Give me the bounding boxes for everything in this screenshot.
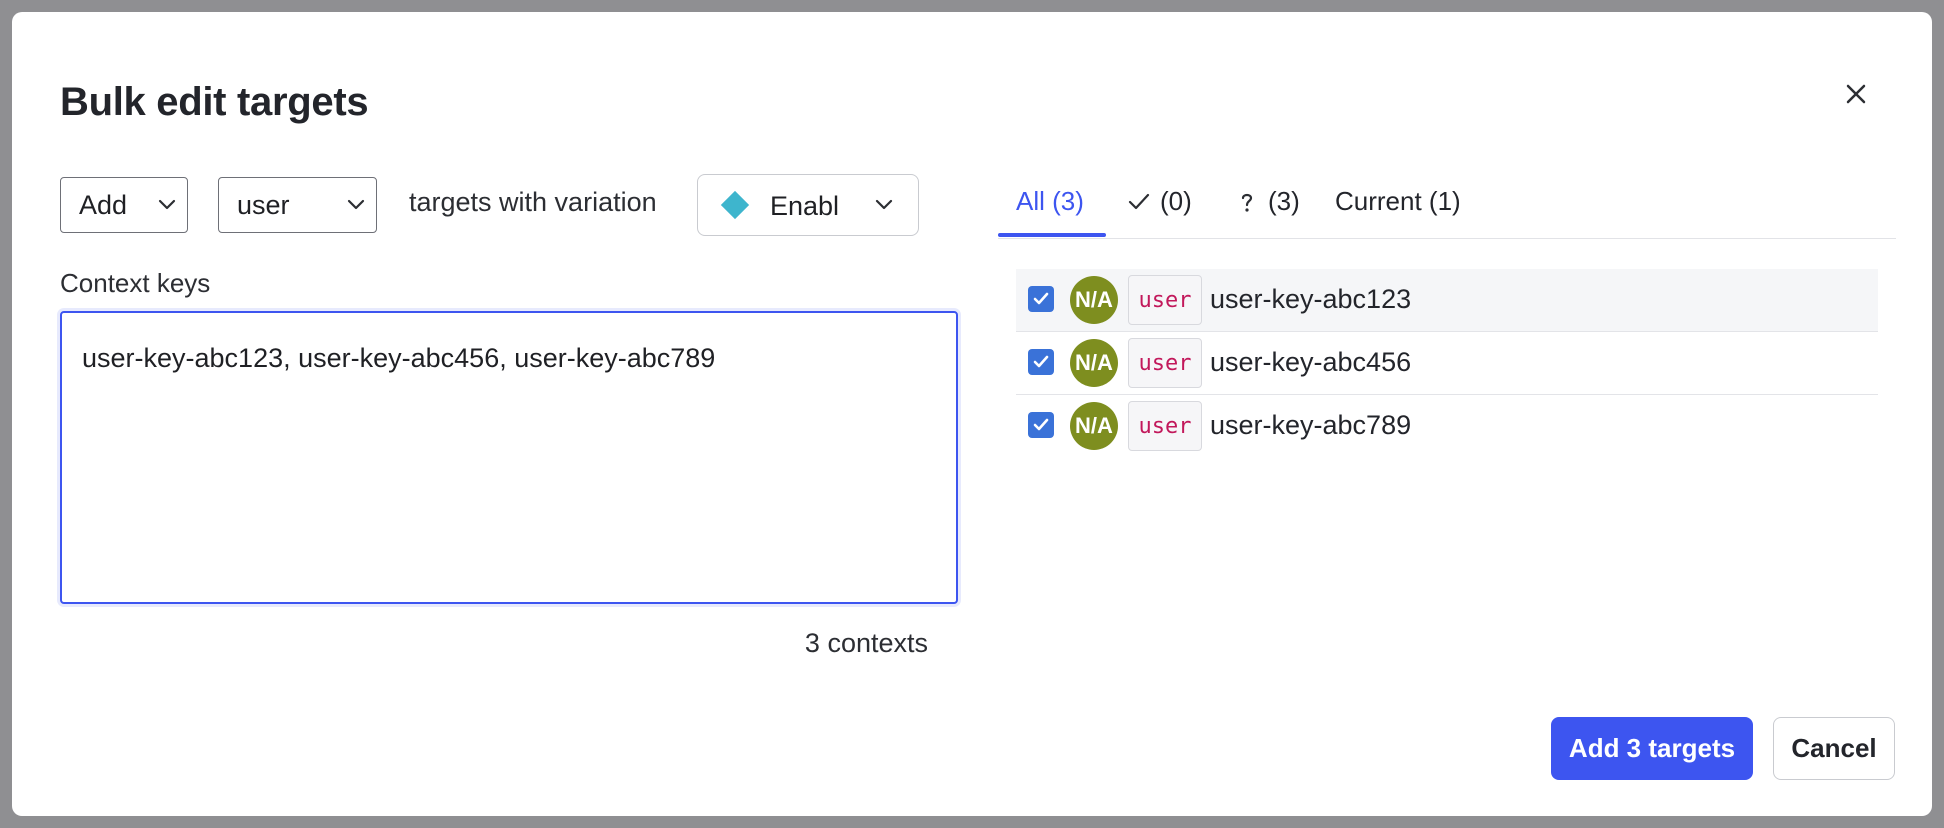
tab-current[interactable]: Current (1) — [1335, 186, 1461, 217]
target-list: N/A user user-key-abc123 N/A user user-k… — [1016, 269, 1878, 457]
context-key: user-key-abc123 — [1210, 284, 1412, 314]
target-checkbox[interactable] — [1028, 286, 1054, 312]
target-row: N/A user user-key-abc123 — [1016, 269, 1878, 332]
avatar: N/A — [1070, 276, 1118, 324]
check-icon — [1128, 193, 1150, 209]
dialog-title: Bulk edit targets — [60, 80, 369, 124]
active-tab-indicator — [998, 233, 1106, 237]
context-count: 3 contexts — [804, 628, 928, 658]
variation-select-value: Enabl — [770, 191, 840, 221]
variation-select[interactable]: Enabl — [697, 174, 919, 236]
context-kind-tag: user — [1128, 275, 1202, 325]
action-select-value: Add — [79, 189, 128, 220]
context-keys-label: Context keys — [60, 268, 211, 298]
check-icon — [1033, 355, 1049, 368]
tab-all[interactable]: All (3) — [1016, 186, 1084, 217]
context-kind-tag: user — [1128, 338, 1202, 388]
action-select[interactable]: Add — [60, 177, 188, 233]
target-row: N/A user user-key-abc456 — [1016, 332, 1878, 395]
tab-unknown-label: (3) — [1268, 186, 1300, 216]
tab-current-label: Current (1) — [1335, 186, 1461, 216]
question-icon — [1241, 193, 1253, 212]
tab-included-label: (0) — [1160, 186, 1192, 216]
target-row: N/A user user-key-abc789 — [1016, 395, 1878, 457]
context-key: user-key-abc789 — [1210, 410, 1412, 440]
context-kind-tag: user — [1128, 401, 1202, 451]
chevron-down-icon — [347, 199, 365, 210]
chevron-down-icon — [875, 199, 893, 210]
check-icon — [1033, 418, 1049, 431]
check-icon — [1033, 292, 1049, 305]
tab-unknown[interactable]: (3) — [1234, 186, 1300, 217]
context-keys-textarea[interactable] — [60, 311, 958, 604]
target-checkbox[interactable] — [1028, 349, 1054, 375]
context-kind-select-value: user — [237, 189, 290, 220]
avatar: N/A — [1070, 339, 1118, 387]
context-kind-select[interactable]: user — [218, 177, 377, 233]
context-key: user-key-abc456 — [1210, 347, 1412, 377]
close-button[interactable] — [1838, 76, 1874, 112]
target-filter-tabs: All (3) (0) (3) Current (1) — [998, 178, 1896, 239]
cancel-button[interactable]: Cancel — [1773, 717, 1895, 780]
tab-included[interactable]: (0) — [1126, 186, 1192, 217]
target-checkbox[interactable] — [1028, 412, 1054, 438]
diamond-icon — [720, 190, 750, 220]
bulk-edit-dialog: Bulk edit targets Add user targets with … — [12, 12, 1932, 816]
chevron-down-icon — [158, 199, 176, 210]
targets-with-variation-label: targets with variation — [409, 187, 657, 217]
add-targets-button[interactable]: Add 3 targets — [1551, 717, 1753, 780]
tab-all-label: All (3) — [1016, 186, 1084, 216]
close-icon — [1846, 84, 1866, 104]
avatar: N/A — [1070, 402, 1118, 450]
